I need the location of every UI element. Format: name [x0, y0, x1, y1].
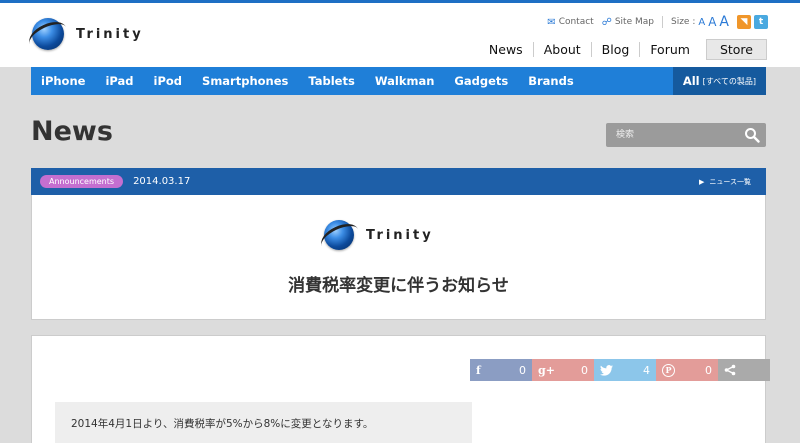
category-smartphones[interactable]: Smartphones — [192, 74, 298, 88]
nav-blog[interactable]: Blog — [590, 42, 640, 57]
pinterest-share-button[interactable]: P 0 — [656, 359, 718, 381]
search-box — [606, 123, 766, 147]
site-logo[interactable]: Trinity — [32, 18, 144, 50]
font-size-small-button[interactable]: A — [698, 17, 705, 28]
googleplus-count: 0 — [581, 363, 588, 377]
sitemap-label: Site Map — [614, 17, 654, 27]
twitter-icon[interactable]: t — [754, 15, 768, 29]
contact-label: Contact — [558, 17, 594, 27]
pinterest-icon: P — [662, 363, 675, 377]
category-ipad[interactable]: iPad — [95, 74, 143, 88]
font-size-control: Size : A A A — [671, 14, 729, 30]
arrow-right-icon: ▶ — [698, 177, 705, 186]
facebook-icon: f — [476, 363, 481, 377]
twitter-count: 4 — [643, 363, 650, 377]
nav-news[interactable]: News — [479, 42, 533, 57]
article-notice: 2014年4月1日より、消費税率が5%から8%に変更となります。 — [55, 402, 472, 443]
googleplus-share-button[interactable]: g+ 0 — [532, 359, 594, 381]
category-all-sub: [すべての製品] — [702, 76, 756, 86]
contact-link[interactable]: ✉ Contact — [547, 17, 593, 28]
nav-forum[interactable]: Forum — [639, 42, 700, 57]
logo-text: Trinity — [76, 26, 144, 42]
category-brands[interactable]: Brands — [518, 74, 583, 88]
size-label: Size : — [670, 17, 696, 27]
mail-icon: ✉ — [547, 16, 556, 28]
category-badge[interactable]: Announcements — [40, 175, 124, 188]
share-bar: f 0 g+ 0 4 P 0 — [470, 359, 770, 381]
category-gadgets[interactable]: Gadgets — [444, 74, 518, 88]
news-meta-bar: Announcements 2014.03.17 ▶ ニュース一覧 — [31, 168, 766, 195]
divider — [661, 16, 663, 28]
main-nav: News About Blog Forum Store — [479, 39, 767, 60]
category-iphone[interactable]: iPhone — [31, 74, 95, 88]
news-list-link[interactable]: ▶ ニュース一覧 — [699, 177, 756, 187]
site-header: Trinity ✉ Contact ☍ Site Map Size : A A … — [0, 3, 800, 67]
category-walkman[interactable]: Walkman — [365, 74, 445, 88]
sitemap-icon: ☍ — [601, 16, 612, 28]
article-logo: Trinity — [324, 220, 434, 250]
nav-store-button[interactable]: Store — [705, 39, 767, 60]
page-title: News — [31, 116, 113, 147]
search-icon[interactable] — [744, 127, 760, 143]
twitter-share-button[interactable]: 4 — [594, 359, 656, 381]
pinterest-count: 0 — [705, 363, 712, 377]
googleplus-icon: g+ — [538, 363, 555, 377]
share-more-button[interactable] — [718, 359, 770, 381]
font-size-large-button[interactable]: A — [719, 14, 729, 30]
logo-orb-icon — [324, 220, 354, 250]
font-size-medium-button[interactable]: A — [708, 15, 716, 29]
category-tablets[interactable]: Tablets — [298, 74, 364, 88]
search-input[interactable] — [606, 123, 736, 147]
news-date: 2014.03.17 — [133, 176, 191, 187]
category-nav: iPhone iPad iPod Smartphones Tablets Wal… — [31, 67, 766, 95]
facebook-share-button[interactable]: f 0 — [470, 359, 532, 381]
utility-nav: ✉ Contact ☍ Site Map Size : A A A ◥ t — [539, 14, 768, 30]
rss-icon[interactable]: ◥ — [737, 15, 751, 29]
share-icon — [724, 364, 736, 376]
logo-text: Trinity — [366, 227, 434, 243]
category-all[interactable]: All [すべての製品] — [672, 67, 766, 95]
facebook-count: 0 — [519, 363, 526, 377]
category-all-label: All — [682, 74, 700, 88]
twitter-bird-icon — [600, 364, 613, 376]
article-header-card: Trinity 消費税率変更に伴うお知らせ — [31, 195, 766, 320]
news-list-label: ニュース一覧 — [709, 177, 751, 186]
article-title: 消費税率変更に伴うお知らせ — [288, 276, 509, 296]
category-ipod[interactable]: iPod — [144, 74, 193, 88]
logo-orb-icon — [32, 18, 64, 50]
nav-about[interactable]: About — [532, 42, 591, 57]
sitemap-link[interactable]: ☍ Site Map — [602, 17, 654, 28]
